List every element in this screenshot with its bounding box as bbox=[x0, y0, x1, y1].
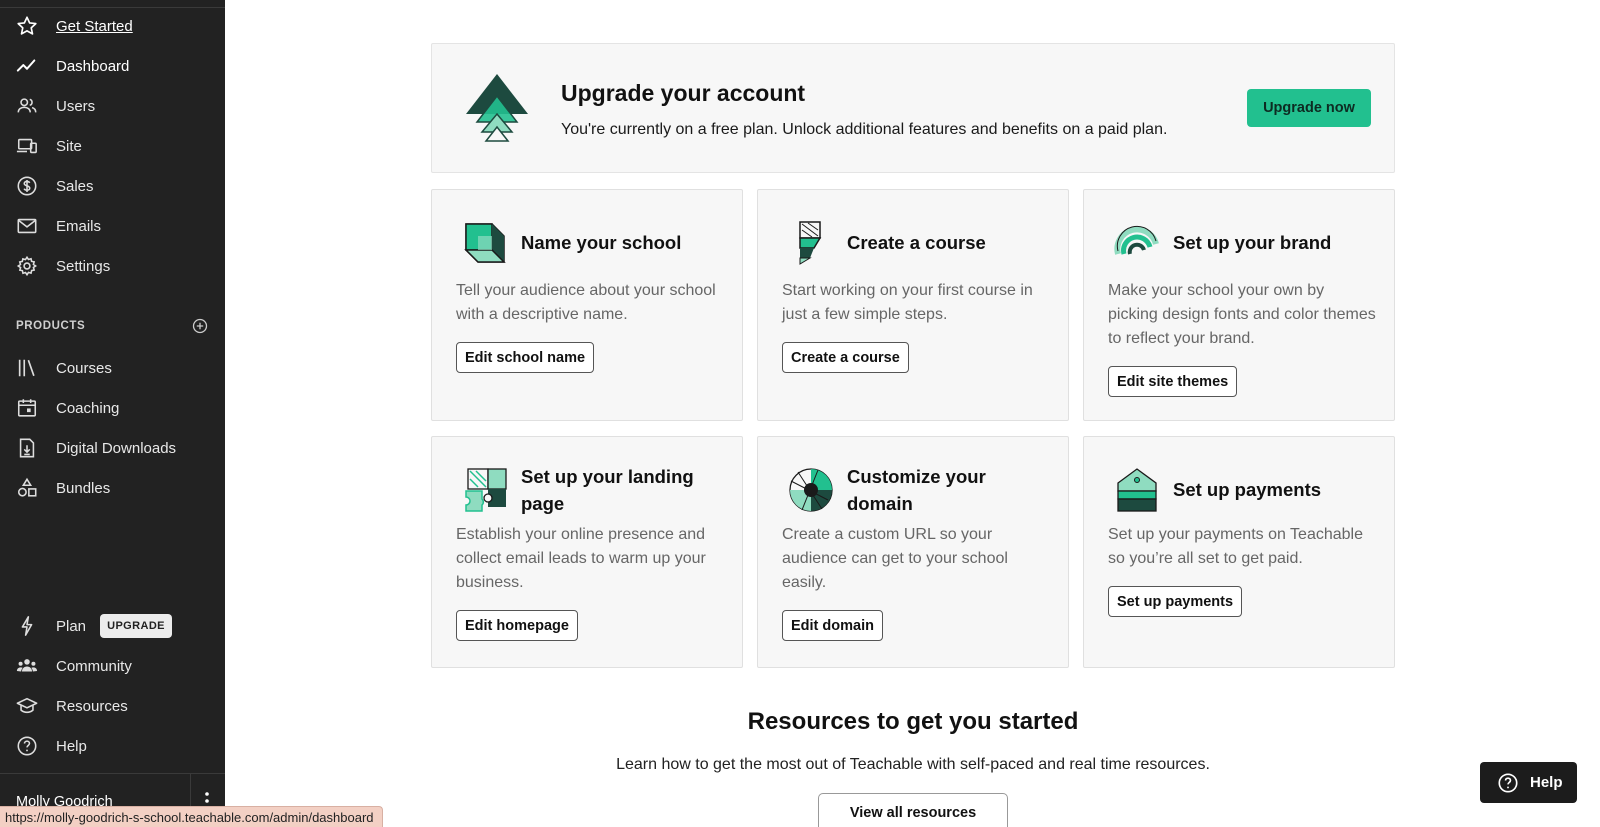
sidebar-item-get-started[interactable]: Get Started bbox=[0, 8, 225, 44]
lightning-icon bbox=[16, 615, 38, 637]
sidebar-item-label: Bundles bbox=[56, 479, 111, 497]
sidebar-item-sales[interactable]: Sales bbox=[0, 168, 225, 204]
sidebar-item-dashboard[interactable]: Dashboard bbox=[0, 48, 225, 84]
help-circle-icon bbox=[1497, 772, 1519, 794]
sidebar-item-label: Sales bbox=[56, 177, 94, 195]
card-landing-page: Set up your landing page Establish your … bbox=[431, 436, 743, 668]
edit-homepage-button[interactable]: Edit homepage bbox=[456, 610, 578, 641]
view-all-resources-button[interactable]: View all resources bbox=[818, 793, 1008, 827]
tree-illustration-icon bbox=[464, 72, 530, 142]
rainbow-illustration-icon bbox=[1114, 220, 1160, 266]
banner-subtitle: You're currently on a free plan. Unlock … bbox=[561, 121, 1168, 138]
help-circle-icon bbox=[16, 735, 38, 757]
sidebar-item-resources[interactable]: Resources bbox=[0, 688, 225, 724]
floating-help-button[interactable]: Help bbox=[1480, 762, 1577, 803]
sidebar-item-label: Help bbox=[56, 737, 87, 755]
sidebar-item-users[interactable]: Users bbox=[0, 88, 225, 124]
card-title: Set up your brand bbox=[1173, 232, 1332, 253]
sidebar-item-label: Get Started bbox=[56, 17, 133, 35]
users-icon bbox=[16, 95, 38, 117]
cube-illustration-icon bbox=[462, 220, 508, 266]
card-description: Make your school your own by picking des… bbox=[1108, 282, 1376, 347]
calendar-icon bbox=[16, 397, 38, 419]
mail-icon bbox=[16, 215, 38, 237]
card-title: Set up payments bbox=[1173, 479, 1322, 500]
browser-status-url: https://molly-goodrich-s-school.teachabl… bbox=[0, 806, 383, 827]
card-title: Name your school bbox=[521, 232, 682, 253]
help-button-label: Help bbox=[1530, 774, 1563, 791]
banner-title: Upgrade your account bbox=[561, 80, 806, 106]
upgrade-now-button[interactable]: Upgrade now bbox=[1247, 89, 1371, 127]
sidebar-item-label: Users bbox=[56, 97, 96, 115]
upgrade-badge[interactable]: UPGRADE bbox=[100, 614, 172, 638]
card-customize-domain: Customize your domain Create a custom UR… bbox=[757, 436, 1069, 668]
dollar-icon bbox=[16, 175, 38, 197]
sidebar-item-emails[interactable]: Emails bbox=[0, 208, 225, 244]
resources-subtitle: Learn how to get the most out of Teachab… bbox=[616, 756, 1210, 773]
library-icon bbox=[16, 357, 38, 379]
sidebar-item-label: Community bbox=[56, 657, 132, 675]
set-up-payments-button[interactable]: Set up payments bbox=[1108, 586, 1243, 617]
gear-icon bbox=[16, 255, 38, 277]
sidebar-item-coaching[interactable]: Coaching bbox=[0, 390, 225, 426]
edit-site-themes-button[interactable]: Edit site themes bbox=[1108, 366, 1238, 397]
card-description: Set up your payments on Teachable so you… bbox=[1108, 526, 1363, 567]
resources-title: Resources to get you started bbox=[747, 708, 1079, 735]
sidebar-item-help[interactable]: Help bbox=[0, 728, 225, 764]
graduation-cap-icon bbox=[16, 695, 38, 717]
sidebar-item-label: Settings bbox=[56, 257, 111, 275]
sidebar-item-community[interactable]: Community bbox=[0, 648, 225, 684]
card-description: Create a custom URL so your audience can… bbox=[782, 526, 1008, 591]
sidebar-item-digital-downloads[interactable]: Digital Downloads bbox=[0, 430, 225, 466]
price-tag-illustration-icon bbox=[1114, 467, 1160, 513]
sidebar-item-bundles[interactable]: Bundles bbox=[0, 470, 225, 506]
card-title: Set up your landing page bbox=[521, 466, 694, 514]
trend-line-icon bbox=[16, 55, 38, 77]
upgrade-banner: Upgrade your account You're currently on… bbox=[431, 43, 1395, 173]
sidebar-item-label: Digital Downloads bbox=[56, 439, 177, 457]
sidebar-item-label: Site bbox=[56, 137, 82, 155]
sidebar-item-label: Dashboard bbox=[56, 57, 130, 75]
sidebar-item-label: Emails bbox=[56, 217, 102, 235]
aperture-illustration-icon bbox=[788, 467, 834, 513]
edit-domain-button[interactable]: Edit domain bbox=[782, 610, 883, 641]
sidebar-item-site[interactable]: Site bbox=[0, 128, 225, 164]
sidebar-item-label: Plan bbox=[56, 617, 87, 635]
download-file-icon bbox=[16, 437, 38, 459]
card-description: Tell your audience about your school wit… bbox=[456, 282, 716, 323]
card-title: Customize your domain bbox=[847, 466, 986, 514]
sidebar-item-label: Coaching bbox=[56, 399, 120, 417]
sidebar-item-label: Resources bbox=[56, 697, 128, 715]
card-description: Start working on your first course in ju… bbox=[782, 282, 1033, 323]
sidebar-item-settings[interactable]: Settings bbox=[0, 248, 225, 284]
flag-illustration-icon bbox=[788, 220, 834, 266]
add-product-icon[interactable] bbox=[192, 318, 208, 334]
card-title: Create a course bbox=[847, 232, 986, 253]
products-section-header: PRODUCTS bbox=[16, 320, 86, 332]
sidebar-item-label: Courses bbox=[56, 359, 112, 377]
create-course-button[interactable]: Create a course bbox=[782, 342, 909, 373]
sidebar-item-courses[interactable]: Courses bbox=[0, 350, 225, 386]
card-set-up-payments: Set up payments Set up your payments on … bbox=[1083, 436, 1395, 668]
community-icon bbox=[16, 655, 38, 677]
puzzle-illustration-icon bbox=[462, 467, 508, 513]
card-description: Establish your online presence and colle… bbox=[456, 526, 706, 591]
card-name-school: Name your school Tell your audience abou… bbox=[431, 189, 743, 421]
devices-icon bbox=[16, 135, 38, 157]
card-set-up-brand: Set up your brand Make your school your … bbox=[1083, 189, 1395, 421]
card-create-course: Create a course Start working on your fi… bbox=[757, 189, 1069, 421]
edit-school-name-button[interactable]: Edit school name bbox=[456, 342, 595, 373]
sidebar: Get Started Dashboard Users Site Sales E… bbox=[0, 0, 225, 827]
shapes-icon bbox=[16, 477, 38, 499]
star-icon bbox=[16, 15, 38, 37]
